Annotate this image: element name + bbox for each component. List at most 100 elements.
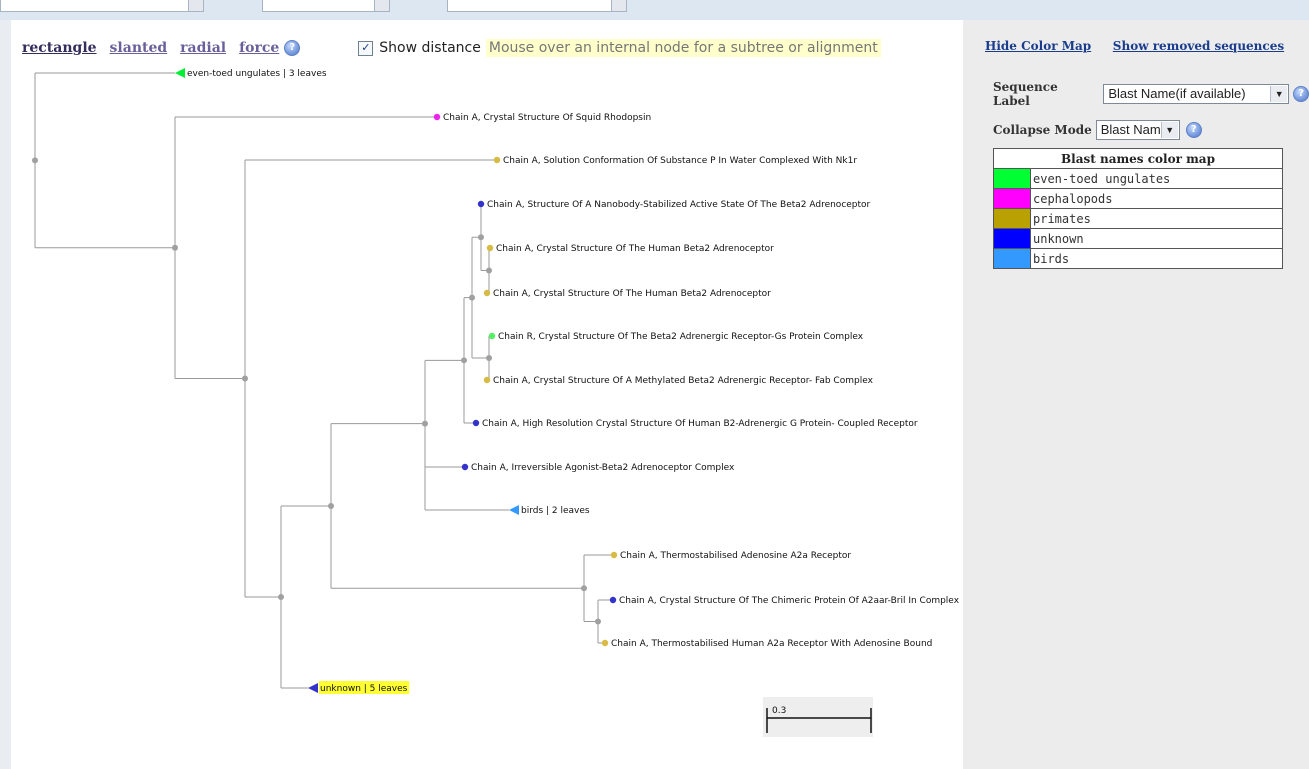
leaf-dot[interactable] bbox=[610, 551, 618, 559]
show-distance-label: Show distance bbox=[379, 40, 481, 56]
internal-node[interactable] bbox=[172, 244, 178, 251]
color-map-name: even-toed ungulates bbox=[1030, 168, 1283, 189]
leaf-dot[interactable] bbox=[472, 419, 480, 427]
help-icon[interactable]: ? bbox=[284, 40, 301, 56]
internal-node[interactable] bbox=[461, 357, 467, 364]
show-distance-control: ✓ Show distance Mouse over an internal n… bbox=[358, 39, 881, 57]
collapsed-subtree[interactable]: unknown | 5 leaves bbox=[308, 681, 410, 694]
internal-node[interactable] bbox=[328, 502, 334, 509]
collapse-mode-value: Blast Name bbox=[1100, 122, 1168, 137]
leaf-dot[interactable] bbox=[609, 596, 617, 604]
help-icon[interactable]: ? bbox=[1293, 86, 1309, 102]
tab-force[interactable]: force bbox=[239, 40, 279, 56]
internal-node[interactable] bbox=[242, 375, 248, 382]
view-toolbar: rectangle slanted radial force ? ✓ Show … bbox=[22, 36, 881, 60]
color-map-row: even-toed ungulates bbox=[993, 168, 1283, 189]
color-map-row: unknown bbox=[993, 228, 1283, 249]
tab-radial[interactable]: radial bbox=[180, 40, 226, 56]
collapse-mode-row: Collapse Mode Blast Name ▼ ? bbox=[993, 120, 1202, 140]
color-map-table: Blast names color map even-toed ungulate… bbox=[993, 148, 1283, 269]
leaf-dot[interactable] bbox=[488, 332, 496, 340]
leaf-dot[interactable] bbox=[601, 639, 609, 647]
leaf-node[interactable]: Chain A, Structure Of A Nanobody-Stabili… bbox=[477, 200, 871, 210]
leaf-node[interactable]: Chain A, High Resolution Crystal Structu… bbox=[472, 419, 918, 429]
leaf-label[interactable]: Chain A, Crystal Structure Of A Methylat… bbox=[493, 376, 874, 386]
leaf-label[interactable]: Chain A, Crystal Structure Of The Chimer… bbox=[619, 596, 960, 606]
collapsed-triangle-icon[interactable] bbox=[308, 683, 318, 693]
leaf-dot[interactable] bbox=[486, 244, 494, 252]
help-icon[interactable]: ? bbox=[1185, 122, 1202, 138]
color-map-row: birds bbox=[993, 248, 1283, 269]
leaf-node[interactable]: Chain A, Crystal Structure Of A Methylat… bbox=[483, 376, 874, 386]
leaf-node[interactable]: Chain A, Crystal Structure Of The Human … bbox=[486, 244, 774, 254]
leaf-label[interactable]: Chain A, Thermostabilised Adenosine A2a … bbox=[620, 551, 851, 561]
leaf-node[interactable]: Chain A, Crystal Structure Of Squid Rhod… bbox=[433, 113, 651, 123]
chevron-down-icon[interactable]: ▼ bbox=[1270, 86, 1288, 102]
sequence-label-value: Blast Name(if available) bbox=[1108, 86, 1246, 101]
leaf-node[interactable]: Chain A, Crystal Structure Of The Human … bbox=[483, 289, 771, 299]
leaf-node[interactable]: Chain A, Irreversible Agonist-Beta2 Adre… bbox=[461, 463, 735, 473]
hide-color-map-link[interactable]: Hide Color Map bbox=[985, 39, 1091, 53]
leaf-dot[interactable] bbox=[493, 156, 501, 164]
internal-node[interactable] bbox=[422, 420, 428, 427]
color-map-name: cephalopods bbox=[1030, 188, 1283, 209]
internal-node[interactable] bbox=[469, 294, 475, 301]
leaf-dot[interactable] bbox=[483, 289, 491, 297]
leaf-dot[interactable] bbox=[461, 463, 469, 471]
leaf-label[interactable]: Chain R, Crystal Structure Of The Beta2 … bbox=[498, 332, 864, 342]
leaf-label[interactable]: Chain A, Crystal Structure Of The Human … bbox=[496, 244, 774, 254]
leaf-label[interactable]: Chain A, Crystal Structure Of Squid Rhod… bbox=[443, 113, 651, 123]
color-map-name: birds bbox=[1030, 248, 1283, 269]
collapsed-triangle-icon[interactable] bbox=[509, 505, 519, 515]
collapsed-triangle-icon[interactable] bbox=[175, 68, 185, 78]
leaf-label[interactable]: Chain A, Irreversible Agonist-Beta2 Adre… bbox=[471, 463, 735, 473]
leaf-dot[interactable] bbox=[433, 113, 441, 121]
color-swatch bbox=[993, 208, 1031, 229]
color-map-row: cephalopods bbox=[993, 188, 1283, 209]
color-map-links: Hide Color Map Show removed sequences bbox=[985, 38, 1302, 53]
leaf-label[interactable]: Chain A, Structure Of A Nanobody-Stabili… bbox=[487, 200, 871, 210]
leaf-node[interactable]: Chain A, Thermostabilised Human A2a Rece… bbox=[601, 639, 933, 649]
scale-bar: 0.3 bbox=[763, 697, 873, 737]
leaf-node[interactable]: Chain R, Crystal Structure Of The Beta2 … bbox=[488, 332, 864, 342]
phylogenetic-tree: even-toed ungulates | 3 leaves Chain A, C… bbox=[32, 68, 960, 737]
internal-node[interactable] bbox=[486, 355, 492, 361]
leaf-label[interactable]: Chain A, High Resolution Crystal Structu… bbox=[482, 419, 918, 429]
collapsed-subtree[interactable]: birds | 2 leaves bbox=[509, 505, 590, 516]
color-map-name: unknown bbox=[1030, 228, 1283, 249]
color-swatch bbox=[993, 228, 1031, 249]
leaf-label[interactable]: Chain A, Solution Conformation Of Substa… bbox=[503, 156, 857, 166]
leaf-label[interactable]: unknown | 5 leaves bbox=[320, 684, 408, 694]
sequence-label-label: Sequence Label bbox=[993, 80, 1058, 108]
color-map-title: Blast names color map bbox=[993, 148, 1283, 169]
scale-label: 0.3 bbox=[772, 706, 786, 716]
leaf-node[interactable]: Chain A, Solution Conformation Of Substa… bbox=[493, 156, 858, 166]
leaf-dot[interactable] bbox=[483, 376, 491, 384]
leaf-label[interactable]: Chain A, Thermostabilised Human A2a Rece… bbox=[611, 639, 932, 649]
color-swatch bbox=[993, 188, 1031, 209]
color-swatch bbox=[993, 168, 1031, 189]
internal-node[interactable] bbox=[478, 234, 484, 241]
internal-node[interactable] bbox=[486, 267, 492, 274]
internal-node[interactable] bbox=[595, 618, 601, 625]
color-swatch bbox=[993, 248, 1031, 269]
leaf-node[interactable]: Chain A, Crystal Structure Of The Chimer… bbox=[609, 596, 960, 606]
tab-slanted[interactable]: slanted bbox=[110, 40, 168, 56]
sequence-label-row: Sequence Label Blast Name(if available) … bbox=[993, 80, 1309, 108]
leaf-dot[interactable] bbox=[477, 200, 485, 208]
chevron-down-icon[interactable]: ▼ bbox=[1160, 122, 1178, 138]
leaf-label[interactable]: even-toed ungulates | 3 leaves bbox=[187, 69, 327, 79]
collapse-mode-select[interactable]: Blast Name ▼ bbox=[1095, 120, 1180, 140]
collapse-mode-label: Collapse Mode bbox=[993, 123, 1092, 137]
internal-node[interactable] bbox=[581, 585, 587, 592]
internal-node[interactable] bbox=[278, 593, 284, 600]
collapsed-subtree[interactable]: even-toed ungulates | 3 leaves bbox=[175, 68, 327, 79]
show-distance-checkbox[interactable]: ✓ bbox=[358, 40, 374, 56]
leaf-label[interactable]: Chain A, Crystal Structure Of The Human … bbox=[493, 289, 771, 299]
sequence-label-select[interactable]: Blast Name(if available) ▼ bbox=[1103, 84, 1290, 104]
show-removed-sequences-link[interactable]: Show removed sequences bbox=[1113, 39, 1284, 53]
internal-node[interactable] bbox=[32, 157, 38, 164]
tab-rectangle[interactable]: rectangle bbox=[22, 40, 97, 56]
leaf-label[interactable]: birds | 2 leaves bbox=[521, 506, 590, 516]
leaf-node[interactable]: Chain A, Thermostabilised Adenosine A2a … bbox=[610, 551, 852, 561]
